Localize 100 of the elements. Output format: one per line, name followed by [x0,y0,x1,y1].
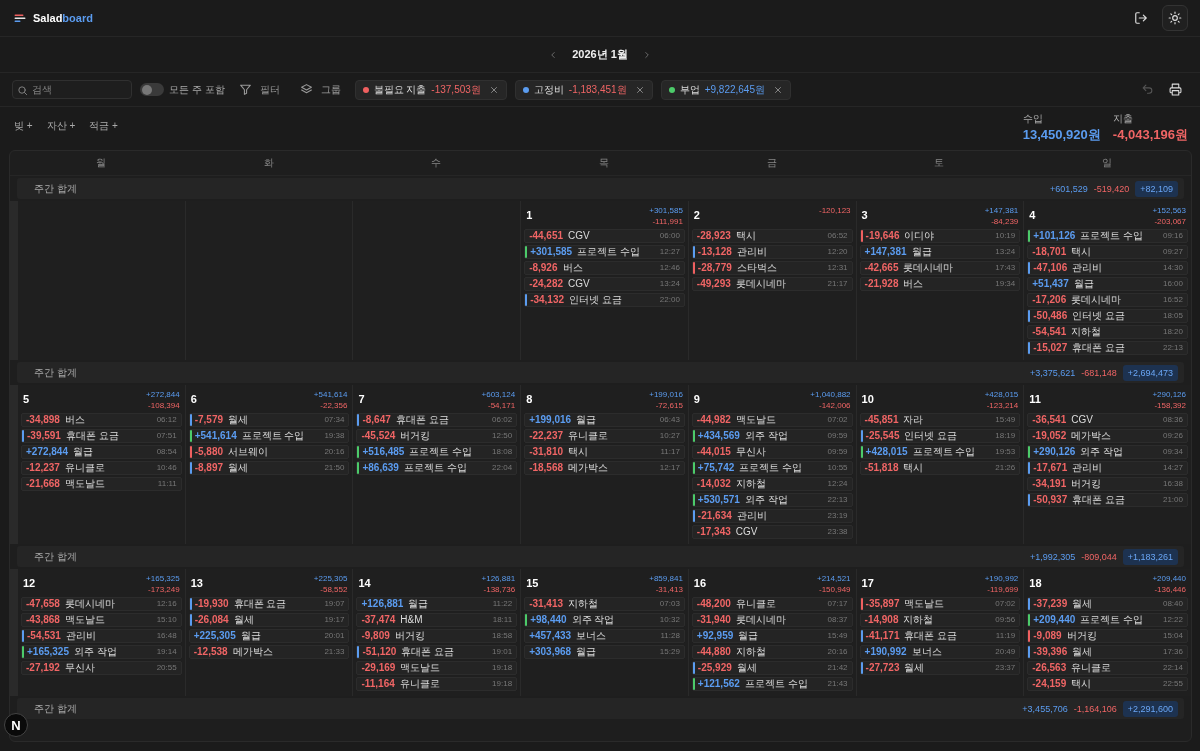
add-asset-button[interactable]: 빚 + [14,118,33,133]
transaction-row[interactable]: +301,585 프로젝트 수입 12:27 [524,245,685,259]
transaction-row[interactable]: +434,569 외주 작업 09:59 [691,429,853,443]
transaction-row[interactable]: -51,120 휴대폰 요금 19:01 [356,645,518,659]
transaction-row[interactable]: -34,191 버거킹 16:38 [1027,477,1188,491]
transaction-row[interactable]: -31,413 지하철 07:03 [524,597,685,611]
transaction-row[interactable]: -27,723 월세 23:37 [859,661,1021,675]
transaction-row[interactable]: +98,440 외주 작업 10:32 [524,613,685,627]
group-button[interactable]: 그룹 [293,82,347,97]
transaction-row[interactable]: -37,239 월세 08:40 [1027,597,1188,611]
transaction-row[interactable]: -54,541 지하철 18:20 [1027,325,1188,339]
transaction-row[interactable]: -48,200 유니클로 07:17 [691,597,853,611]
transaction-row[interactable]: -25,545 인터넷 요금 18:19 [859,429,1021,443]
transaction-row[interactable]: -44,982 맥도날드 07:02 [691,413,853,427]
transaction-row[interactable]: -25,929 월세 21:42 [691,661,853,675]
transaction-row[interactable]: -13,128 관리비 12:20 [691,245,853,259]
transaction-row[interactable]: -9,809 버거킹 18:58 [356,629,518,643]
transaction-row[interactable]: -19,646 이디야 10:19 [859,229,1021,243]
transaction-row[interactable]: +165,325 외주 작업 19:14 [21,645,182,659]
transaction-row[interactable]: +147,381 월급 13:24 [859,245,1021,259]
transaction-row[interactable]: -26,084 월세 19:17 [188,613,350,627]
transaction-row[interactable]: -8,897 월세 21:50 [188,461,350,475]
transaction-row[interactable]: -27,192 무신사 20:55 [21,661,182,675]
transaction-row[interactable]: -39,591 휴대폰 요금 07:51 [21,429,182,443]
transaction-row[interactable]: -14,032 지하철 12:24 [691,477,853,491]
transaction-row[interactable]: -9,089 버거킹 15:04 [1027,629,1188,643]
transaction-row[interactable]: +199,016 월급 06:43 [524,413,685,427]
filter-chip[interactable]: 고정비 -1,183,451원 [514,79,653,100]
dev-indicator-button[interactable]: N [4,713,28,737]
filter-chip[interactable]: 부업 +9,822,645원 [660,79,791,100]
transaction-row[interactable]: -39,396 월세 17:36 [1027,645,1188,659]
transaction-row[interactable]: +92,959 월급 15:49 [691,629,853,643]
transaction-row[interactable]: -21,928 버스 19:34 [859,277,1021,291]
remove-chip-button[interactable] [634,84,645,95]
transaction-row[interactable]: -47,658 롯데시네마 12:16 [21,597,182,611]
transaction-row[interactable]: -5,880 서브웨이 20:16 [188,445,350,459]
transaction-row[interactable]: -15,027 휴대폰 요금 22:13 [1027,341,1188,355]
transaction-row[interactable]: -35,897 맥도날드 07:02 [859,597,1021,611]
transaction-row[interactable]: -49,293 롯데시네마 21:17 [691,277,853,291]
transaction-row[interactable]: +121,562 프로젝트 수입 21:43 [691,677,853,691]
transaction-row[interactable]: -17,671 관리비 14:27 [1027,461,1188,475]
transaction-row[interactable]: -50,486 인터넷 요금 18:05 [1027,309,1188,323]
transaction-row[interactable]: -50,937 휴대폰 요금 21:00 [1027,493,1188,507]
transaction-row[interactable]: +75,742 프로젝트 수입 10:55 [691,461,853,475]
transaction-row[interactable]: -24,159 택시 22:55 [1027,677,1188,691]
transaction-row[interactable]: +51,437 월급 16:00 [1027,277,1188,291]
transaction-row[interactable]: -31,940 롯데시네마 08:37 [691,613,853,627]
transaction-row[interactable]: +86,639 프로젝트 수입 22:04 [356,461,518,475]
transaction-row[interactable]: -34,898 버스 06:12 [21,413,182,427]
search-field[interactable]: 검색 [12,80,132,99]
transaction-row[interactable]: -21,634 관리비 23:19 [691,509,853,523]
transaction-row[interactable]: +516,485 프로젝트 수입 18:08 [356,445,518,459]
transaction-row[interactable]: -22,237 유니클로 10:27 [524,429,685,443]
transaction-row[interactable]: -14,908 지하철 09:56 [859,613,1021,627]
transaction-row[interactable]: +428,015 프로젝트 수입 19:53 [859,445,1021,459]
transaction-row[interactable]: -44,015 무신사 09:59 [691,445,853,459]
transaction-row[interactable]: +541,614 프로젝트 수입 19:38 [188,429,350,443]
transaction-row[interactable]: +225,305 월급 20:01 [188,629,350,643]
transaction-row[interactable]: -29,169 맥도날드 19:18 [356,661,518,675]
transaction-row[interactable]: -17,206 롯데시네마 16:52 [1027,293,1188,307]
transaction-row[interactable]: -31,810 택시 11:17 [524,445,685,459]
transaction-row[interactable]: -51,818 택시 21:26 [859,461,1021,475]
transaction-row[interactable]: -42,665 롯데시네마 17:43 [859,261,1021,275]
transaction-row[interactable]: -18,568 메가박스 12:17 [524,461,685,475]
filter-button[interactable]: 필터 [232,82,286,97]
transaction-row[interactable]: -7,579 월세 07:34 [188,413,350,427]
transaction-row[interactable]: -26,563 유니클로 22:14 [1027,661,1188,675]
transaction-row[interactable]: -21,668 맥도날드 11:11 [21,477,182,491]
transaction-row[interactable]: +290,126 외주 작업 09:34 [1027,445,1188,459]
transaction-row[interactable]: -41,171 휴대폰 요금 11:19 [859,629,1021,643]
transaction-row[interactable]: +303,968 월급 15:29 [524,645,685,659]
remove-chip-button[interactable] [773,84,783,95]
add-asset-button[interactable]: 자산 + [46,118,76,133]
transaction-row[interactable]: +530,571 외주 작업 22:13 [691,493,853,507]
transaction-row[interactable]: +126,881 월급 11:22 [356,597,518,611]
transaction-row[interactable]: -47,106 관리비 14:30 [1027,261,1188,275]
transaction-row[interactable]: -28,923 택시 06:52 [691,229,853,243]
theme-toggle-button[interactable] [1162,5,1188,31]
transaction-row[interactable]: +272,844 월급 08:54 [21,445,182,459]
transaction-row[interactable]: -11,164 유니클로 19:18 [356,677,518,691]
transaction-row[interactable]: -45,524 버거킹 12:50 [356,429,518,443]
transaction-row[interactable]: -18,701 택시 09:27 [1027,245,1188,259]
add-asset-button[interactable]: 적금 + [89,118,118,133]
transaction-row[interactable]: -8,926 버스 12:46 [524,261,685,275]
transaction-row[interactable]: -12,237 유니클로 10:46 [21,461,182,475]
transaction-row[interactable]: +209,440 프로젝트 수입 12:22 [1027,613,1188,627]
transaction-row[interactable]: +190,992 보너스 20:49 [859,645,1021,659]
transaction-row[interactable]: -17,343 CGV 23:38 [691,525,853,539]
toggle-switch[interactable] [140,83,164,96]
transaction-row[interactable]: +101,126 프로젝트 수입 09:16 [1027,229,1188,243]
remove-chip-button[interactable] [488,84,499,95]
transaction-row[interactable]: -12,538 메가박스 21:33 [188,645,350,659]
transaction-row[interactable]: -45,851 자라 15:49 [859,413,1021,427]
transaction-row[interactable]: -36,541 CGV 08:36 [1027,413,1188,427]
transaction-row[interactable]: -8,647 휴대폰 요금 06:02 [356,413,518,427]
transaction-row[interactable]: -28,779 스타벅스 12:31 [691,261,853,275]
transaction-row[interactable]: -54,531 관리비 16:48 [21,629,182,643]
transaction-row[interactable]: -44,880 지하철 20:16 [691,645,853,659]
transaction-row[interactable]: -19,930 휴대폰 요금 19:07 [188,597,350,611]
transaction-row[interactable]: -37,474 H&M 18:11 [356,613,518,627]
